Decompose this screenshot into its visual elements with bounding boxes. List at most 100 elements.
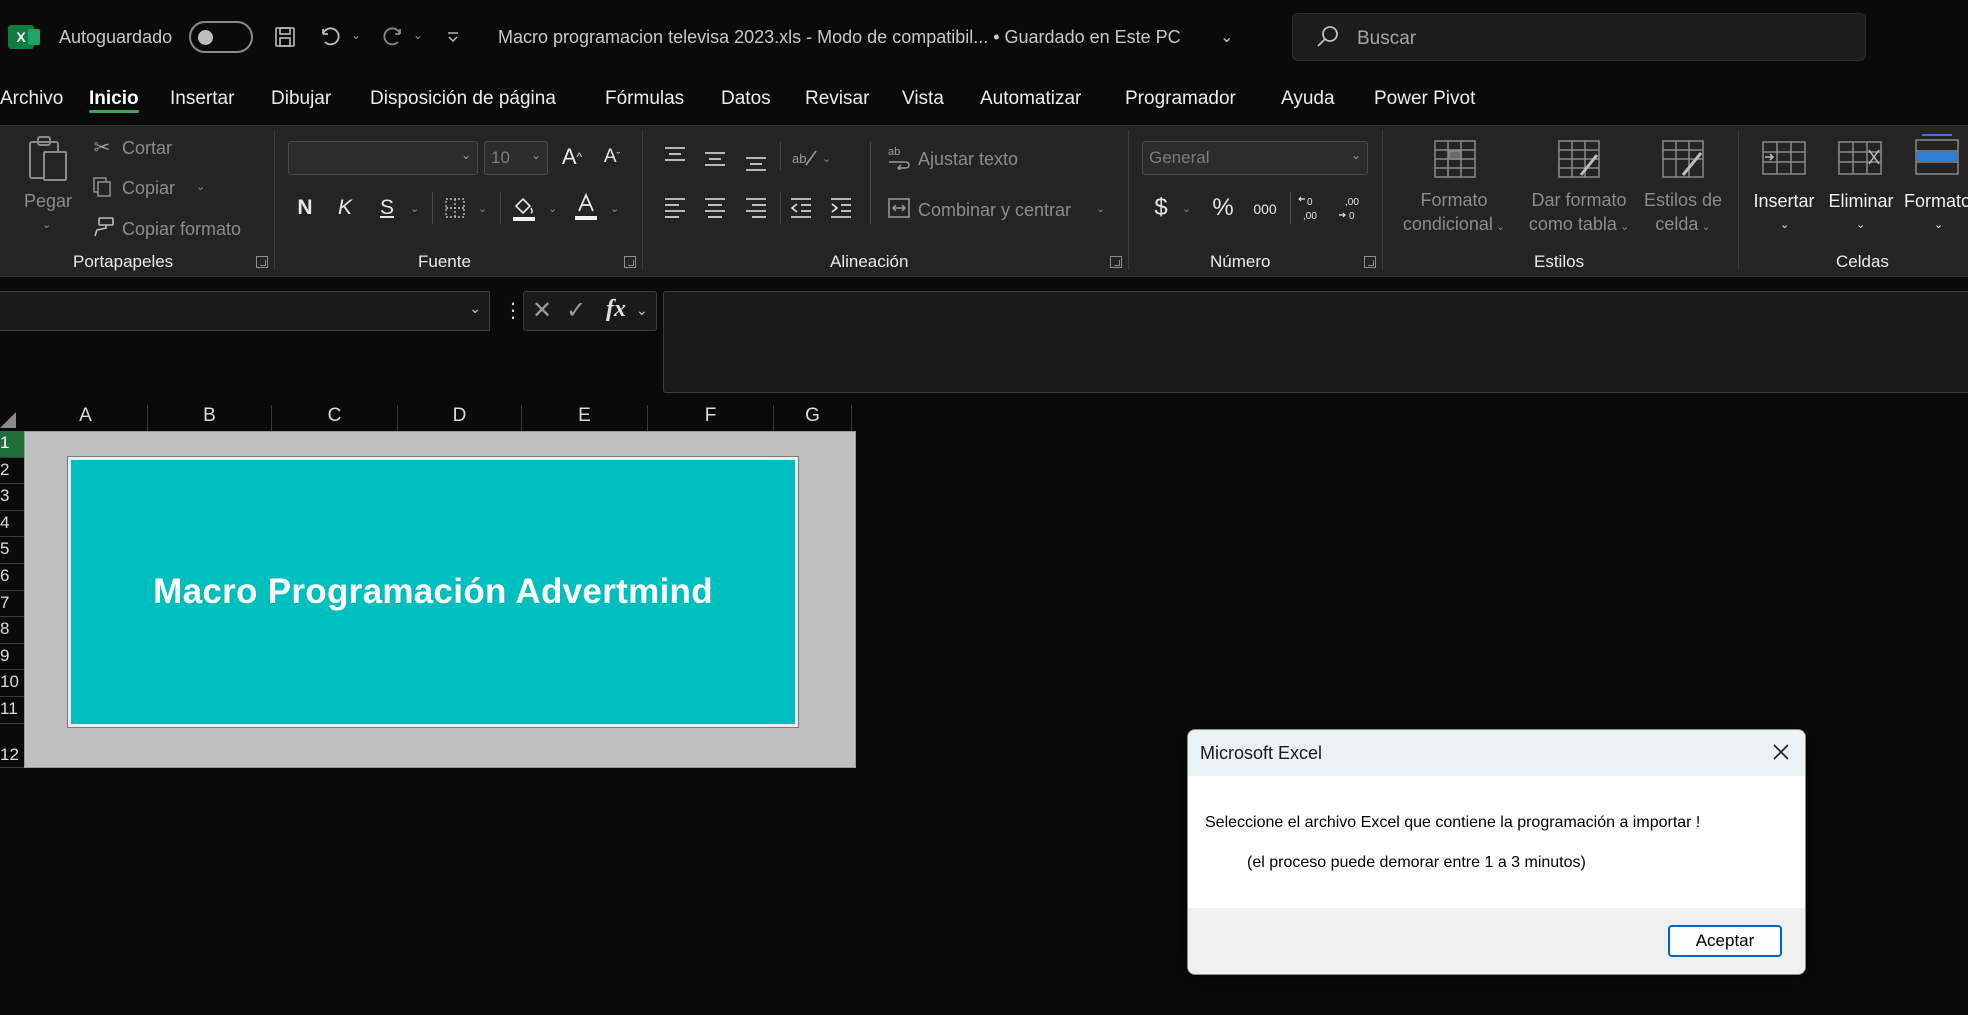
align-bottom-icon[interactable]	[741, 148, 771, 174]
redo-caret-icon[interactable]: ⌄	[413, 28, 423, 42]
format-cells-icon[interactable]	[1914, 132, 1960, 178]
column-header[interactable]: B	[148, 405, 272, 431]
increase-font-icon[interactable]: A ^	[556, 141, 588, 173]
undo-caret-icon[interactable]: ⌄	[351, 28, 361, 42]
row-header[interactable]: 12	[0, 724, 24, 768]
tab-datos[interactable]: Datos	[721, 88, 771, 110]
decrease-decimal-icon[interactable]: ,00 0	[1334, 192, 1368, 224]
decrease-indent-icon[interactable]	[786, 194, 816, 220]
thousands-button[interactable]: 000	[1248, 196, 1282, 222]
increase-indent-icon[interactable]	[826, 194, 856, 220]
confirm-formula-icon[interactable]: ✓	[566, 296, 586, 325]
tab-dibujar[interactable]: Dibujar	[271, 88, 331, 110]
tab-revisar[interactable]: Revisar	[805, 88, 869, 110]
orientation-icon[interactable]: ab	[788, 143, 820, 171]
tab-power-pivot[interactable]: Power Pivot	[1374, 88, 1475, 110]
align-center-icon[interactable]	[700, 194, 730, 220]
font-name-combo[interactable]: ⌄	[288, 141, 478, 175]
currency-button[interactable]: $	[1150, 193, 1172, 223]
orientation-caret-icon[interactable]: ⌄	[822, 152, 831, 165]
column-header[interactable]: A	[24, 405, 148, 431]
delete-cells-caret-icon[interactable]: ⌄	[1856, 218, 1865, 231]
delete-cells-label[interactable]: Eliminar	[1824, 189, 1898, 213]
chevron-down-icon[interactable]: ⌄	[636, 302, 648, 319]
row-header[interactable]: 7	[0, 591, 24, 617]
name-box[interactable]: ⌄	[0, 291, 490, 331]
save-icon[interactable]	[268, 20, 302, 54]
format-painter-icon[interactable]	[90, 215, 116, 239]
row-header[interactable]: 10	[0, 670, 24, 697]
insert-cells-icon[interactable]	[1760, 138, 1808, 178]
macro-banner-button[interactable]: Macro Programación Advertmind	[67, 456, 799, 728]
more-options-icon[interactable]: ⋮	[503, 298, 523, 323]
row-header[interactable]: 1	[0, 431, 24, 458]
borders-caret-icon[interactable]: ⌄	[478, 202, 487, 215]
row-header[interactable]: 4	[0, 511, 24, 537]
insert-cells-label[interactable]: Insertar	[1748, 189, 1820, 213]
column-header[interactable]: E	[522, 405, 648, 431]
paste-label[interactable]: Pegar	[24, 191, 72, 212]
copy-caret-icon[interactable]: ⌄	[196, 180, 205, 193]
bold-button[interactable]: N	[292, 193, 318, 223]
format-as-table-icon[interactable]	[1556, 138, 1602, 180]
ok-button[interactable]: Aceptar	[1668, 925, 1782, 957]
cancel-formula-icon[interactable]: ✕	[532, 296, 552, 325]
fill-color-caret-icon[interactable]: ⌄	[548, 202, 557, 215]
document-title[interactable]: Macro programacion televisa 2023.xls - M…	[498, 27, 1181, 48]
merge-center-label[interactable]: Combinar y centrar	[918, 200, 1071, 221]
redo-icon[interactable]	[376, 20, 410, 54]
customize-toolbar-icon[interactable]	[436, 20, 470, 54]
undo-icon[interactable]	[313, 20, 347, 54]
row-header[interactable]: 9	[0, 644, 24, 670]
currency-caret-icon[interactable]: ⌄	[1182, 202, 1191, 215]
font-size-combo[interactable]: 10 ⌄	[484, 141, 548, 175]
wrap-text-label[interactable]: Ajustar texto	[918, 149, 1018, 170]
formula-input[interactable]	[663, 291, 1968, 393]
row-header[interactable]: 8	[0, 617, 24, 644]
format-as-table-label[interactable]: Dar formato como tabla ⌄	[1522, 188, 1636, 239]
row-header[interactable]: 2	[0, 458, 24, 484]
format-cells-label[interactable]: Formato	[1904, 189, 1968, 213]
fill-color-icon[interactable]	[510, 193, 538, 223]
column-header[interactable]: G	[774, 405, 852, 431]
align-top-icon[interactable]	[660, 142, 690, 168]
column-header[interactable]: C	[272, 405, 398, 431]
merge-center-caret-icon[interactable]: ⌄	[1096, 202, 1105, 215]
decrease-font-icon[interactable]: Aˇ	[596, 141, 628, 173]
row-header[interactable]: 5	[0, 537, 24, 564]
underline-caret-icon[interactable]: ⌄	[410, 202, 419, 215]
delete-cells-icon[interactable]	[1836, 138, 1884, 178]
column-header[interactable]: D	[398, 405, 522, 431]
align-left-icon[interactable]	[660, 194, 690, 220]
conditional-format-icon[interactable]	[1432, 138, 1478, 180]
tab-formulas[interactable]: Fórmulas	[605, 88, 684, 110]
font-color-icon[interactable]	[572, 191, 600, 223]
tab-inicio[interactable]: Inicio	[89, 88, 139, 110]
copy-icon[interactable]	[90, 175, 114, 199]
close-icon[interactable]	[1769, 740, 1793, 764]
cell-styles-icon[interactable]	[1660, 138, 1706, 180]
paste-caret-icon[interactable]: ⌄	[42, 218, 51, 231]
tab-programador[interactable]: Programador	[1125, 88, 1236, 110]
search-box[interactable]: Buscar	[1292, 13, 1866, 61]
format-painter-label[interactable]: Copiar formato	[122, 219, 241, 240]
underline-button[interactable]: S	[374, 193, 400, 223]
row-header[interactable]: 3	[0, 484, 24, 511]
format-cells-caret-icon[interactable]: ⌄	[1934, 218, 1943, 231]
number-launcher-icon[interactable]	[1364, 256, 1376, 268]
font-color-caret-icon[interactable]: ⌄	[610, 202, 619, 215]
autosave-toggle[interactable]	[189, 21, 253, 53]
tab-vista[interactable]: Vista	[902, 88, 944, 110]
cell-styles-label[interactable]: Estilos de celda ⌄	[1640, 188, 1726, 239]
tab-insertar[interactable]: Insertar	[170, 88, 234, 110]
cut-label[interactable]: Cortar	[122, 138, 172, 159]
tab-archivo[interactable]: Archivo	[0, 88, 63, 110]
title-chevron-down-icon[interactable]: ⌄	[1220, 27, 1233, 47]
number-format-combo[interactable]: General ⌄	[1142, 141, 1368, 175]
tab-ayuda[interactable]: Ayuda	[1281, 88, 1335, 110]
tab-disposicion-de-pagina[interactable]: Disposición de página	[370, 88, 556, 110]
column-header[interactable]: F	[648, 405, 774, 431]
row-header[interactable]: 11	[0, 697, 24, 724]
conditional-format-label[interactable]: Formato condicional ⌄	[1398, 188, 1510, 239]
insert-function-icon[interactable]: fx	[606, 296, 626, 323]
